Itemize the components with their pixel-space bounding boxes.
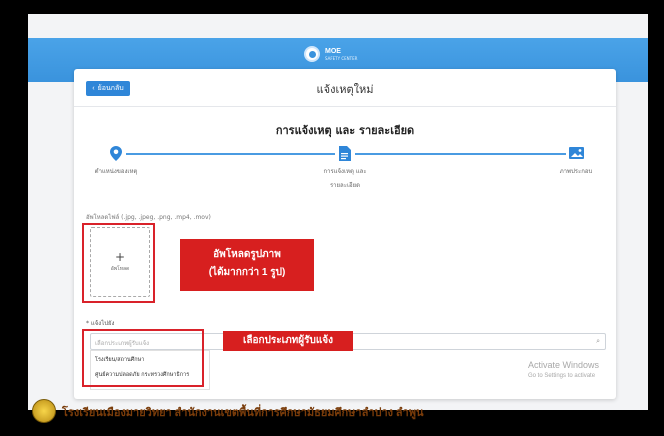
upload-annotation: อัพโหลดรูปภาพ (ได้มากกว่า 1 รูป)	[180, 239, 314, 291]
report-card: ‹ ย้อนกลับ แจ้งเหตุใหม่ การแจ้งเหตุ และ …	[74, 69, 616, 399]
logo-text: MOE	[325, 47, 341, 55]
card-header: ‹ ย้อนกลับ แจ้งเหตุใหม่	[74, 69, 616, 107]
school-banner: โรงเรียนเมืองมายวิทยา สำนักงานเขตพื้นที่…	[28, 398, 648, 426]
screenshot-frame: MOE SAFETY CENTER ‹ ย้อนกลับ แจ้งเหตุใหม…	[0, 0, 664, 436]
upload-hint: อัพโหลดไฟล์ (.jpg, .jpeg, .png, .mp4, .m…	[86, 214, 211, 221]
app-screen: MOE SAFETY CENTER ‹ ย้อนกลับ แจ้งเหตุใหม…	[28, 14, 648, 410]
section-title: การแจ้งเหตุ และ รายละเอียด	[275, 124, 415, 137]
upload-highlight-box	[82, 223, 155, 303]
recipient-annotation: เลือกประเภทผู้รับแจ้ง	[223, 331, 353, 351]
activate-windows-watermark: Activate Windows Go to Settings to activ…	[528, 360, 600, 379]
map-pin-icon[interactable]	[106, 143, 126, 163]
step-label-images: ภาพประกอบ	[559, 168, 593, 175]
recipient-label: * แจ้งไปยัง	[86, 320, 115, 327]
document-icon[interactable]	[335, 143, 355, 163]
logo-icon	[304, 46, 320, 62]
school-seal-icon	[32, 399, 56, 423]
logo-subtext: SAFETY CENTER	[325, 55, 358, 61]
moe-logo[interactable]: MOE SAFETY CENTER	[304, 46, 357, 62]
search-icon: ⌕	[596, 337, 600, 345]
image-icon[interactable]	[566, 143, 586, 163]
step-label-details: การแจ้งเหตุ และ รายละเอียด	[323, 168, 367, 189]
step-label-location: ตำแหน่งของเหตุ	[94, 168, 138, 175]
select-highlight-box	[82, 329, 204, 387]
banner-text: โรงเรียนเมืองมายวิทยา สำนักงานเขตพื้นที่…	[62, 407, 424, 419]
page-title: แจ้งเหตุใหม่	[316, 83, 374, 96]
